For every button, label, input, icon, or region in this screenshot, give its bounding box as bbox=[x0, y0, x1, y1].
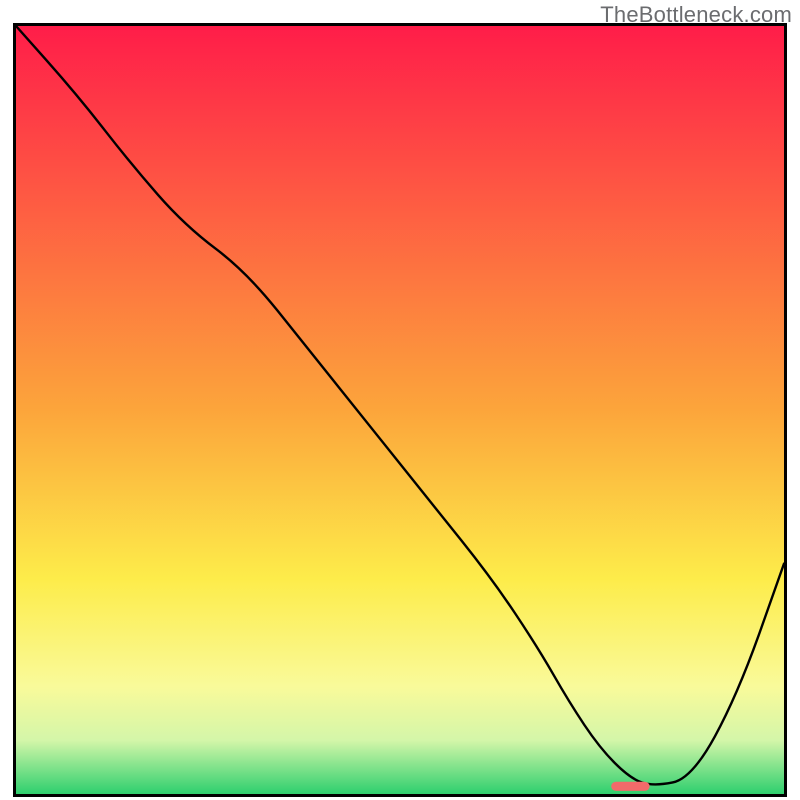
chart-frame bbox=[13, 23, 787, 797]
optimum-marker bbox=[611, 782, 649, 791]
bottleneck-chart bbox=[16, 26, 784, 794]
watermark-text: TheBottleneck.com bbox=[600, 2, 792, 28]
chart-background bbox=[16, 26, 784, 794]
